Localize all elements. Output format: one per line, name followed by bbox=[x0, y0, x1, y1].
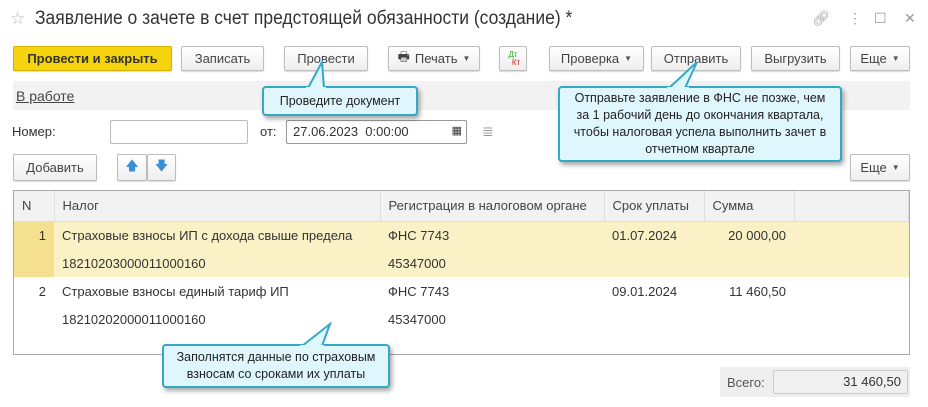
taxes-table[interactable]: N Налог Регистрация в налоговом органе С… bbox=[13, 190, 910, 355]
link-icon[interactable]: 🔗︎ bbox=[812, 10, 830, 27]
date-input[interactable]: 27.06.2023 0:00:00 ▦ bbox=[286, 120, 467, 144]
print-button[interactable]: 🖶 Печать ▼ bbox=[388, 46, 480, 71]
check-button[interactable]: Проверка ▼ bbox=[549, 46, 644, 71]
cell-due-date[interactable]: 09.01.2024 bbox=[604, 277, 704, 305]
cell-sum[interactable]: 20 000,00 bbox=[704, 221, 794, 249]
column-header-registration[interactable]: Регистрация в налоговом органе bbox=[380, 191, 605, 222]
table-more-button[interactable]: Еще ▼ bbox=[850, 154, 910, 181]
check-label: Проверка bbox=[560, 51, 620, 66]
cell-kbk[interactable]: 18210203000011000160 bbox=[54, 249, 380, 277]
table-header: N Налог Регистрация в налоговом органе С… bbox=[14, 191, 909, 222]
column-header-n[interactable]: N bbox=[14, 191, 55, 222]
more-button[interactable]: Еще ▼ bbox=[850, 46, 910, 71]
arrow-up-icon: 🡅 bbox=[125, 157, 139, 173]
post-and-close-button[interactable]: Провести и закрыть bbox=[13, 46, 172, 71]
arrow-down-icon: 🡇 bbox=[154, 157, 169, 173]
tooltip-send-tail bbox=[666, 61, 698, 90]
chevron-down-icon: ▼ bbox=[624, 54, 633, 63]
more-label: Еще bbox=[860, 51, 887, 66]
window-title: Заявление о зачете в счет предстоящей об… bbox=[35, 8, 573, 29]
move-up-button[interactable]: 🡅 bbox=[117, 154, 147, 181]
tooltip-post-tail bbox=[306, 60, 326, 90]
chevron-down-icon: ▼ bbox=[891, 163, 900, 172]
cell-registration[interactable]: ФНС 7743 bbox=[380, 277, 604, 305]
column-header-tax[interactable]: Налог bbox=[54, 191, 381, 222]
calendar-icon[interactable]: ▦ bbox=[452, 124, 462, 137]
tooltip-table: Заполнятся данные по страховым взносам с… bbox=[162, 344, 390, 388]
cell-oktmo[interactable]: 45347000 bbox=[380, 249, 604, 277]
cell-due-date[interactable]: 01.07.2024 bbox=[604, 221, 704, 249]
chevron-down-icon: ▼ bbox=[462, 54, 471, 63]
table-row[interactable]: 1 Страховые взносы ИП с дохода свыше пре… bbox=[14, 221, 909, 249]
save-button[interactable]: Записать bbox=[181, 46, 264, 71]
column-header-empty bbox=[794, 191, 909, 222]
move-down-button[interactable]: 🡇 bbox=[147, 154, 176, 181]
kt-label: Кт bbox=[511, 57, 521, 67]
tooltip-post: Проведите документ bbox=[262, 86, 418, 116]
cell-sum[interactable]: 11 460,50 bbox=[704, 277, 794, 305]
printer-icon: 🖶 bbox=[397, 48, 410, 64]
more-vertical-icon[interactable]: ⋮ bbox=[848, 10, 862, 27]
table-row-sub[interactable]: 18210202000011000160 45347000 bbox=[14, 305, 909, 333]
number-input[interactable] bbox=[110, 120, 248, 144]
cell-registration[interactable]: ФНС 7743 bbox=[380, 221, 604, 249]
export-button[interactable]: Выгрузить bbox=[751, 46, 840, 71]
column-header-sum[interactable]: Сумма bbox=[704, 191, 795, 222]
table-more-label: Еще bbox=[860, 160, 887, 175]
tooltip-send: Отправьте заявление в ФНС не позже, чем … bbox=[558, 86, 842, 162]
total-value: 31 460,50 bbox=[773, 370, 908, 394]
date-value: 27.06.2023 0:00:00 bbox=[293, 124, 409, 139]
cell-n: 2 bbox=[38, 283, 46, 299]
print-label: Печать bbox=[414, 51, 458, 66]
add-button[interactable]: Добавить bbox=[13, 154, 97, 181]
table-row-sub[interactable]: 18210203000011000160 45347000 bbox=[14, 249, 909, 277]
dt-kt-button[interactable]: Дт Кт bbox=[499, 46, 527, 71]
table-row[interactable]: 2 Страховые взносы единый тариф ИП ФНС 7… bbox=[14, 277, 909, 305]
total-label: Всего: bbox=[727, 375, 765, 390]
cell-n: 1 bbox=[14, 221, 54, 249]
favorite-star-icon[interactable]: ☆ bbox=[10, 9, 25, 29]
date-label: от: bbox=[260, 124, 277, 139]
cell-oktmo[interactable]: 45347000 bbox=[380, 305, 604, 333]
chevron-down-icon: ▼ bbox=[891, 54, 900, 63]
column-header-due-date[interactable]: Срок уплаты bbox=[604, 191, 705, 222]
list-icon[interactable]: ≣ bbox=[482, 123, 494, 140]
maximize-icon[interactable]: ☐ bbox=[874, 10, 887, 27]
number-label: Номер: bbox=[12, 124, 56, 139]
tooltip-table-tail bbox=[300, 322, 332, 348]
cell-tax[interactable]: Страховые взносы единый тариф ИП bbox=[54, 277, 380, 305]
status-link[interactable]: В работе bbox=[16, 88, 74, 104]
cell-tax[interactable]: Страховые взносы ИП с дохода свыше преде… bbox=[54, 221, 380, 249]
close-icon[interactable]: ✕ bbox=[904, 10, 916, 27]
